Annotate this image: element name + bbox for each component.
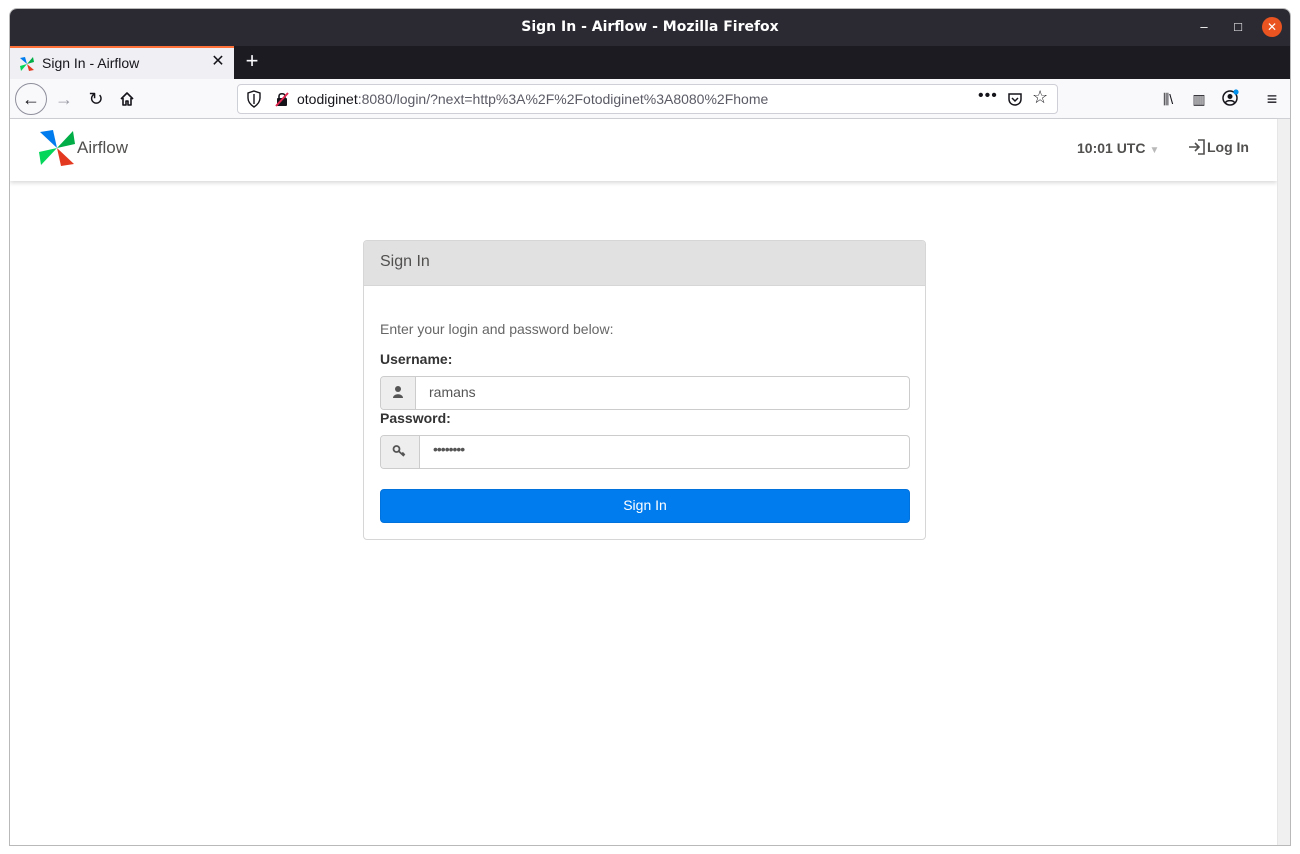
page-content: Airflow 10:01 UTC ▼ Log In Sign In Enter … — [10, 119, 1277, 845]
app-navbar: Airflow 10:01 UTC ▼ Log In — [10, 119, 1277, 181]
airflow-favicon-icon — [20, 57, 34, 71]
title-bar: Sign In - Airflow - Mozilla Firefox – □ … — [10, 9, 1290, 46]
tab-sign-in-airflow[interactable]: Sign In - Airflow ✕ — [10, 46, 234, 79]
url-host: otodiginet — [297, 91, 358, 107]
maximize-button[interactable]: □ — [1228, 17, 1248, 37]
home-icon — [120, 92, 134, 106]
minimize-button[interactable]: – — [1194, 17, 1214, 37]
clock-time: 10:01 UTC — [1077, 140, 1146, 156]
back-button[interactable]: ← — [15, 83, 47, 115]
tab-title: Sign In - Airflow — [42, 55, 140, 71]
url-bar[interactable]: otodiginet:8080/login/?next=http%3A%2F%2… — [237, 84, 1058, 114]
airflow-logo-icon — [39, 130, 75, 166]
utc-clock-dropdown[interactable]: 10:01 UTC ▼ — [1077, 140, 1159, 156]
login-label: Log In — [1207, 139, 1249, 155]
username-field[interactable]: ramans — [429, 384, 476, 400]
sign-in-icon — [1189, 139, 1205, 155]
password-input-group: •••••••• — [380, 435, 910, 469]
login-instructions: Enter your login and password below: — [380, 321, 614, 337]
sign-in-panel: Sign In Enter your login and password be… — [363, 240, 926, 540]
username-label: Username: — [380, 351, 453, 367]
login-link[interactable]: Log In — [1188, 139, 1249, 155]
tab-strip: Sign In - Airflow ✕ + — [10, 46, 1290, 79]
pocket-icon[interactable] — [1007, 91, 1023, 107]
user-icon — [393, 386, 403, 398]
home-button[interactable] — [113, 85, 141, 113]
username-addon — [381, 377, 416, 409]
sign-in-button[interactable]: Sign In — [380, 489, 910, 523]
url-text[interactable]: otodiginet:8080/login/?next=http%3A%2F%2… — [297, 91, 768, 107]
forward-button[interactable]: → — [50, 85, 78, 113]
insecure-connection-icon[interactable] — [274, 91, 290, 107]
password-field[interactable]: •••••••• — [433, 441, 465, 457]
navigation-toolbar: ← → ↻ otodiginet:8080/login/?next=http%3… — [10, 79, 1290, 119]
firefox-account-icon — [1222, 89, 1239, 106]
tab-close-icon[interactable]: ✕ — [208, 52, 228, 72]
close-window-button[interactable]: ✕ — [1262, 17, 1282, 37]
page-scrollbar[interactable] — [1277, 119, 1290, 845]
password-addon — [381, 436, 420, 468]
bookmark-star-icon[interactable]: ☆ — [1032, 87, 1048, 108]
tracking-protection-shield-icon[interactable] — [246, 90, 262, 108]
hamburger-menu-icon[interactable]: ≡ — [1262, 89, 1282, 109]
page-actions-menu-icon[interactable]: ••• — [978, 87, 998, 105]
account-icon[interactable] — [1220, 89, 1240, 109]
window-title: Sign In - Airflow - Mozilla Firefox — [521, 19, 779, 35]
browser-window: Sign In - Airflow - Mozilla Firefox – □ … — [9, 8, 1291, 846]
sidebar-toggle-icon[interactable]: ▥ — [1189, 89, 1209, 109]
new-tab-button[interactable]: + — [240, 49, 264, 73]
library-icon[interactable]: ⫼\ — [1158, 89, 1178, 109]
brand-name: Airflow — [77, 138, 129, 157]
password-label: Password: — [380, 410, 451, 426]
panel-heading: Sign In — [364, 241, 925, 286]
chevron-down-icon: ▼ — [1149, 145, 1160, 156]
reload-button[interactable]: ↻ — [82, 85, 110, 113]
username-input-group: ramans — [380, 376, 910, 410]
url-path: :8080/login/?next=http%3A%2F%2Fotodigine… — [357, 91, 769, 107]
key-icon — [392, 445, 406, 457]
